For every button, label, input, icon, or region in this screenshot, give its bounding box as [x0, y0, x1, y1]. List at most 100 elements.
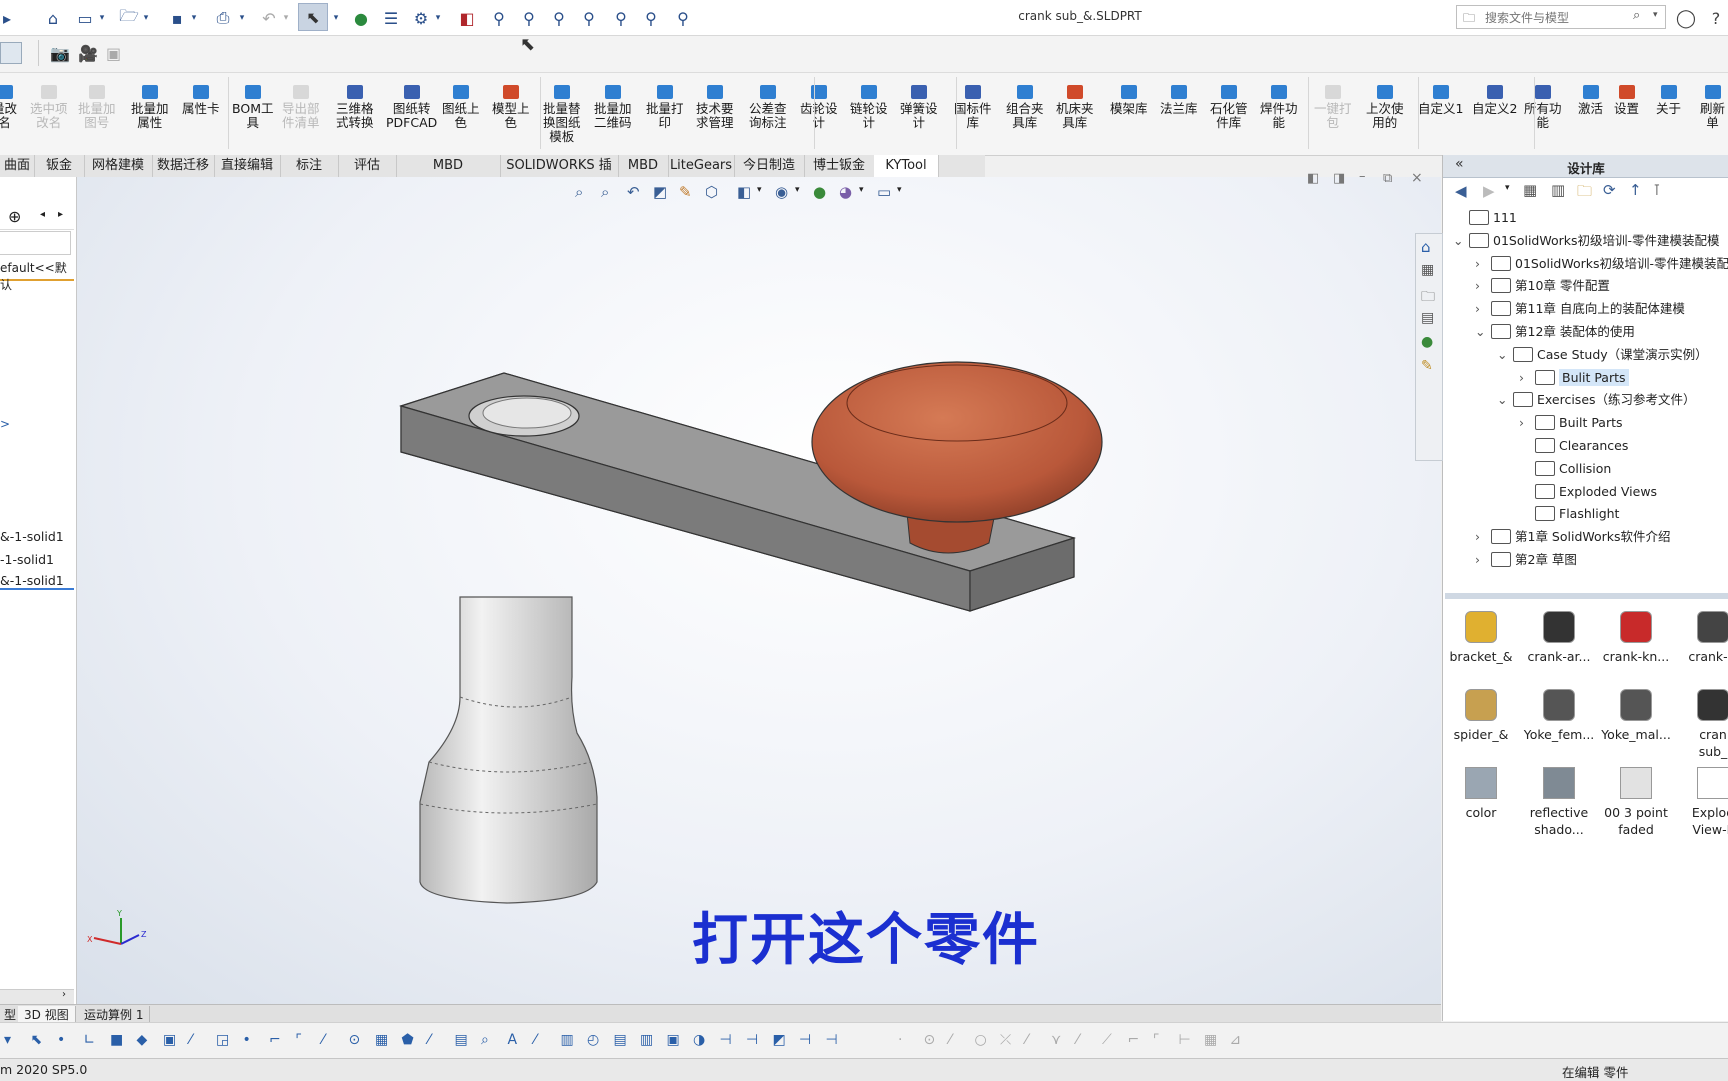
chevron-down-icon[interactable]: ▾	[188, 7, 200, 29]
add-file-location-icon[interactable]: ▥	[1551, 181, 1565, 199]
tool-icon-7[interactable]: ⚲	[672, 7, 694, 29]
filter-box[interactable]	[0, 231, 71, 255]
sketch-tool-icon[interactable]: ⬉	[31, 1032, 43, 1048]
tab-7[interactable]: MBD Dimensions	[396, 155, 501, 195]
sketch-tool-icon[interactable]: ◆	[137, 1032, 148, 1048]
tab-3[interactable]: 数据迁移	[152, 155, 215, 177]
tree-item[interactable]: › Bulit Parts	[1519, 367, 1629, 389]
sketch-tool-icon[interactable]: ⊣	[826, 1032, 838, 1048]
sketch-tool-disabled-icon[interactable]: ·	[898, 1032, 902, 1048]
tab-8[interactable]: SOLIDWORKS 插件	[500, 155, 619, 195]
tree-item[interactable]: ⌄ Case Study（课堂演示实例）	[1497, 344, 1708, 366]
sketch-tool-icon[interactable]: ⊣	[720, 1032, 732, 1048]
command-button[interactable]: 弹簧设 计	[900, 85, 938, 130]
sketch-tool-icon[interactable]: ⌜	[296, 1032, 303, 1048]
chevron-right-icon[interactable]: ›	[1519, 367, 1535, 389]
tree-item[interactable]: Clearances	[1519, 435, 1628, 457]
sketch-tool-disabled-icon[interactable]: ⤫	[1000, 1032, 1011, 1048]
command-button[interactable]: 三维格 式转换	[336, 85, 374, 130]
sketch-tool-icon[interactable]: ◴	[587, 1032, 599, 1048]
sketch-tool-icon[interactable]: ▥	[561, 1032, 574, 1048]
chevron-down-icon[interactable]: ▾	[140, 7, 152, 29]
chevron-right-icon[interactable]: ›	[1475, 526, 1491, 548]
file-properties-icon[interactable]: ☰	[380, 7, 402, 29]
create-new-folder-icon[interactable]: 🗀	[1577, 181, 1592, 206]
user-account-icon[interactable]: ◯	[1675, 7, 1697, 29]
tab-11[interactable]: 今日制造	[734, 155, 805, 177]
search-input[interactable]	[1483, 9, 1637, 27]
sketch-tool-disabled-icon[interactable]: ⁄	[1077, 1032, 1079, 1048]
command-button[interactable]: 批量替 换图纸 模板	[543, 85, 581, 144]
expand-menu-icon[interactable]: ▸	[0, 7, 14, 29]
library-item[interactable]: cran sub_	[1673, 689, 1728, 760]
pane-splitter[interactable]	[1445, 593, 1728, 599]
tab-5[interactable]: 标注	[280, 155, 339, 177]
chevron-down-icon[interactable]: ▾	[96, 7, 108, 29]
tree-item[interactable]: › 01SolidWorks初级培训-零件建模装配	[1475, 253, 1728, 275]
search-icon[interactable]: ⌕	[1633, 8, 1640, 23]
help-icon[interactable]: ?	[1705, 7, 1727, 29]
command-button[interactable]: 激活	[1578, 85, 1603, 116]
tab-3d-view[interactable]: 3D 视图	[18, 1006, 76, 1023]
sketch-tool-disabled-icon[interactable]: ⊿	[1230, 1032, 1242, 1048]
sketch-tool-disabled-icon[interactable]: ⊢	[1179, 1032, 1191, 1048]
sketch-tool-disabled-icon[interactable]: ⊙	[924, 1032, 936, 1048]
command-button[interactable]: 自定义2	[1472, 85, 1517, 116]
appearances-icon[interactable]: ●	[1421, 334, 1433, 350]
file-explorer-icon[interactable]: 🗀	[1421, 286, 1435, 310]
screenshot-icon[interactable]: ▣	[106, 44, 121, 63]
graphics-area[interactable]: ⌕ ⌕ ↶ ◩ ✎ ⬡ ◧ ▾ ◉ ▾ ● ◕ ▾ ▭ ▾ ◧ ◨ – ⧉ ×	[77, 169, 1441, 1004]
tree-item[interactable]: › 第11章 自底向上的装配体建模	[1475, 298, 1685, 320]
sketch-tool-icon[interactable]: ◩	[773, 1032, 786, 1048]
crosshair-icon[interactable]: ⊕	[8, 207, 21, 226]
sketch-tool-icon[interactable]: ⁄	[428, 1032, 430, 1048]
chevron-right-icon[interactable]: ›	[1475, 298, 1491, 320]
sketch-tool-icon[interactable]: ⁄	[534, 1032, 536, 1048]
tree-item[interactable]: › 第10章 零件配置	[1475, 275, 1610, 297]
back-icon[interactable]: ◀	[1455, 182, 1467, 200]
command-button[interactable]: 技术要 求管理	[696, 85, 734, 130]
library-item[interactable]: color	[1443, 767, 1521, 821]
chevron-right-icon[interactable]: ›	[1475, 253, 1491, 275]
command-button[interactable]: 所有功 能	[1524, 85, 1562, 130]
sketch-tool-icon[interactable]: ⁄	[190, 1032, 192, 1048]
sketch-tool-icon[interactable]: ⌐	[269, 1032, 281, 1048]
addin-icon[interactable]: ◧	[456, 7, 478, 29]
sketch-tool-disabled-icon[interactable]: ⋎	[1051, 1032, 1061, 1048]
sketch-tool-disabled-icon[interactable]: ⌐	[1128, 1032, 1140, 1048]
custom-properties-icon[interactable]: ✎	[1421, 358, 1433, 374]
command-button[interactable]: 组合夹 具库	[1006, 85, 1044, 130]
camera-icon[interactable]: 📷	[50, 44, 70, 63]
tree-item[interactable]: Exploded Views	[1519, 481, 1657, 503]
tab-2[interactable]: 网格建模	[84, 155, 153, 177]
command-button[interactable]: 图纸上 色	[442, 85, 480, 130]
select-pointer-icon[interactable]: ⬉	[298, 3, 328, 31]
command-button[interactable]: 链轮设 计	[850, 85, 888, 130]
sketch-tool-icon[interactable]: ▦	[375, 1032, 388, 1048]
sketch-tool-icon[interactable]: ⌕	[481, 1032, 489, 1048]
sketch-tool-disabled-icon[interactable]: ⌜	[1153, 1032, 1160, 1048]
chevron-left-icon[interactable]: ◂	[40, 209, 45, 220]
chevron-right-icon[interactable]: ▸	[58, 209, 63, 220]
sketch-tool-icon[interactable]: ◲	[216, 1032, 229, 1048]
refresh-icon[interactable]: ⟳	[1603, 181, 1616, 199]
design-library-icon[interactable]: ▦	[1421, 262, 1434, 278]
command-button[interactable]: 批量加 二维码	[594, 85, 632, 130]
solid-body-item[interactable]: -1-solid1	[0, 552, 54, 567]
command-button[interactable]: 选中项 改名	[30, 85, 68, 130]
sketch-tool-icon[interactable]: ▾	[4, 1032, 11, 1048]
tab-9[interactable]: MBD	[618, 155, 669, 177]
chevron-down-icon[interactable]: ⌄	[1497, 389, 1513, 411]
crank-model[interactable]: Y Z X	[77, 177, 1441, 1004]
command-button[interactable]: 机床夹 具库	[1056, 85, 1094, 130]
sketch-tool-icon[interactable]: ▣	[667, 1032, 680, 1048]
sketch-tool-icon[interactable]: ◑	[693, 1032, 705, 1048]
gear-icon[interactable]: ⚙	[410, 7, 432, 29]
chevron-down-icon[interactable]: ⌄	[1497, 344, 1513, 366]
library-item[interactable]: crank-ar...	[1519, 611, 1599, 665]
sketch-tool-disabled-icon[interactable]: ▦	[1204, 1032, 1217, 1048]
chevron-down-icon[interactable]: ▾	[330, 7, 342, 29]
sketch-tool-icon[interactable]: ▤	[614, 1032, 627, 1048]
sketch-tool-icon[interactable]: ∟	[84, 1032, 96, 1048]
tab-12[interactable]: 博士钣金	[804, 155, 875, 177]
